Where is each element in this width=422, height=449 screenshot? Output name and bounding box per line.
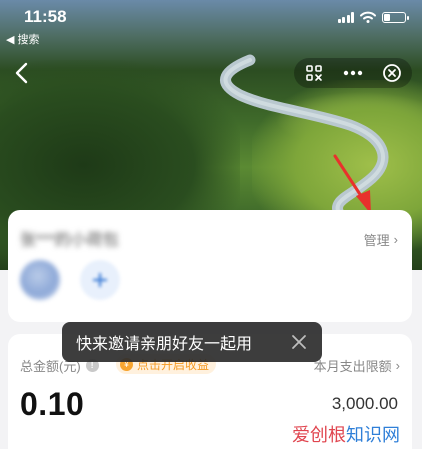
watermark-part-a: 爱创根 (292, 425, 346, 445)
close-icon[interactable] (290, 333, 308, 351)
add-member-button[interactable] (80, 260, 120, 300)
cellular-signal-icon (337, 11, 354, 23)
back-button[interactable] (10, 58, 34, 88)
chevron-left-icon (15, 62, 28, 84)
mini-program-capsule (294, 58, 412, 88)
plus-icon (93, 273, 107, 287)
limit-amount-value: 3,000.00 (331, 394, 398, 413)
chevron-right-icon: › (393, 232, 398, 247)
limit-label-text: 本月支出限额 (313, 359, 392, 374)
back-to-app-link[interactable]: ◀ 搜索 (6, 31, 40, 47)
more-icon (343, 70, 363, 76)
toast-text: 快来邀请亲朋好友一起用 (76, 336, 253, 353)
invite-toast: 快来邀请亲朋好友一起用 (62, 322, 322, 362)
manage-label: 管理 (363, 233, 390, 248)
scan-icon (305, 65, 322, 81)
avatar[interactable] (20, 260, 60, 300)
account-card: 张***的小荷包 管理 › (8, 210, 412, 322)
close-circle-icon (383, 64, 402, 82)
watermark-part-b: 知识网 (346, 425, 400, 445)
status-bar: 11:58 ◀ 搜索 (0, 0, 422, 46)
close-button[interactable] (377, 58, 407, 88)
battery-icon (382, 11, 409, 23)
status-icons (337, 11, 409, 23)
scan-button[interactable] (299, 58, 329, 88)
wifi-icon (360, 11, 376, 23)
account-name: 张***的小荷包 (20, 232, 119, 249)
monthly-limit-link[interactable]: 本月支出限额 › (314, 356, 400, 375)
more-button[interactable] (338, 58, 368, 88)
chevron-right-icon: › (395, 358, 400, 373)
total-amount-value: 0.10 (20, 386, 85, 422)
manage-link[interactable]: 管理 › (364, 230, 398, 249)
status-time: 11:58 (24, 7, 67, 26)
watermark: 爱创根知识网 (292, 421, 400, 447)
